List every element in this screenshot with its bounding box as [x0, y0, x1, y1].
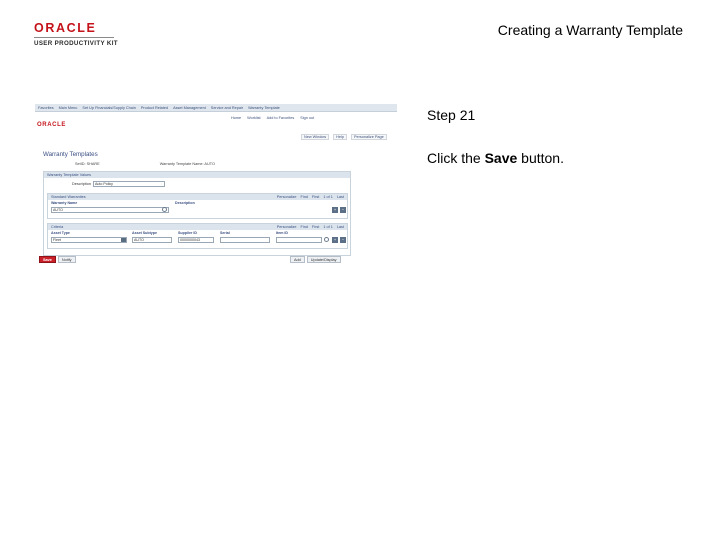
last-link[interactable]: Last [337, 225, 344, 229]
table-row: AUTO + − [48, 206, 347, 214]
personalize-link[interactable]: Personalize [277, 225, 297, 229]
window-links: New Window Help Personalize Page [301, 134, 387, 140]
breadcrumb: Favorites Main Menu Set Up Financials/Su… [35, 104, 397, 112]
col-serial: Serial [220, 231, 230, 235]
breadcrumb-item[interactable]: Main Menu [59, 106, 78, 110]
asset-type-select[interactable]: Fleet [51, 237, 127, 243]
warranty-name-input[interactable]: AUTO [51, 207, 169, 213]
step-number: Step 21 [427, 107, 476, 123]
logo-subtitle: USER PRODUCTIVITY KIT [34, 40, 118, 47]
serial-input[interactable] [220, 237, 270, 243]
lookup-icon[interactable] [324, 237, 329, 242]
top-links: Home Worklist Add to Favorites Sign out [231, 116, 314, 120]
save-button[interactable]: Save [39, 256, 56, 263]
breadcrumb-item[interactable]: Set Up Financials/Supply Chain [82, 106, 135, 110]
row-counter: 1 of 1 [323, 225, 333, 229]
standard-warranties-grid: Standard Warranties Personalize Find Fir… [47, 193, 348, 219]
app-screenshot: Favorites Main Menu Set Up Financials/Su… [35, 104, 397, 267]
update-display-button[interactable]: Update/Display [306, 256, 341, 263]
action-bar-left: Save Notify [39, 256, 76, 263]
grid-title: Criteria [51, 225, 64, 229]
delete-row-button[interactable]: − [340, 237, 346, 243]
last-link[interactable]: Last [337, 195, 344, 199]
breadcrumb-item[interactable]: Favorites [38, 106, 54, 110]
step-instruction: Click the Save button. [427, 150, 564, 166]
personalize-page-link[interactable]: Personalize Page [350, 134, 387, 140]
grid-navigation: Personalize Find First 1 of 1 Last [277, 195, 344, 199]
col-description: Description [175, 201, 195, 205]
col-warranty-name: Warranty Name [51, 201, 78, 205]
col-item-id: Item ID [276, 231, 288, 235]
delete-row-button[interactable]: − [340, 207, 346, 213]
oracle-upk-logo: ORACLE USER PRODUCTIVITY KIT [34, 22, 126, 47]
setid-label: SetID: SHARE [75, 162, 100, 166]
criteria-grid: Criteria Personalize Find First 1 of 1 L… [47, 223, 348, 249]
logo-divider [34, 37, 114, 38]
home-link[interactable]: Home [231, 116, 241, 120]
breadcrumb-item[interactable]: Warranty Template [248, 106, 280, 110]
slide-title: Creating a Warranty Template [497, 22, 683, 38]
instruction-suffix: button. [517, 150, 564, 166]
add-row-button[interactable]: + [332, 207, 338, 213]
find-link[interactable]: Find [301, 195, 308, 199]
grid-navigation: Personalize Find First 1 of 1 Last [277, 225, 344, 229]
grid-title: Standard Warranties [51, 195, 86, 199]
description-row: Description Auto Policy [72, 181, 165, 187]
action-bar-right: Add Update/Display [290, 256, 341, 263]
col-supplier-id: Supplier ID [178, 231, 197, 235]
logo-wordmark: ORACLE [34, 21, 97, 35]
personalize-link[interactable]: Personalize [277, 195, 297, 199]
help-link[interactable]: Help [333, 134, 347, 140]
find-link[interactable]: Find [301, 225, 308, 229]
row-counter: 1 of 1 [323, 195, 333, 199]
add-favorites-link[interactable]: Add to Favorites [267, 116, 295, 120]
col-asset-subtype: Asset Subtype [132, 231, 157, 235]
app-brand: ORACLE [37, 122, 66, 128]
col-asset-type: Asset Type [51, 231, 70, 235]
item-id-input[interactable] [276, 237, 322, 243]
add-button[interactable]: Add [290, 256, 305, 263]
first-link[interactable]: First [312, 195, 319, 199]
key-fields: SetID: SHARE Warranty Template Name: AUT… [75, 162, 215, 166]
lookup-icon[interactable] [162, 207, 167, 212]
warranty-template-label: Warranty Template Name: AUTO [159, 162, 215, 166]
page-title: Warranty Templates [43, 151, 98, 158]
worklist-link[interactable]: Worklist [247, 116, 260, 120]
supplier-id-input[interactable]: 0000000043 [178, 237, 214, 243]
new-window-link[interactable]: New Window [301, 134, 330, 140]
asset-subtype-input[interactable]: AUTO [132, 237, 172, 243]
section-title: Warranty Template Values [44, 172, 350, 178]
instruction-prefix: Click the [427, 150, 485, 166]
notify-button[interactable]: Notify [57, 256, 76, 263]
description-label: Description [72, 182, 91, 186]
sign-out-link[interactable]: Sign out [300, 116, 314, 120]
breadcrumb-item[interactable]: Product Related [141, 106, 168, 110]
description-input[interactable]: Auto Policy [93, 181, 165, 187]
first-link[interactable]: First [312, 225, 319, 229]
add-row-button[interactable]: + [332, 237, 338, 243]
warranty-template-values: Warranty Template Values Description Aut… [43, 171, 351, 256]
breadcrumb-item[interactable]: Asset Management [173, 106, 206, 110]
breadcrumb-item[interactable]: Service and Repair [211, 106, 243, 110]
table-row: Fleet AUTO 0000000043 + − [48, 236, 347, 244]
instruction-target: Save [484, 150, 518, 166]
